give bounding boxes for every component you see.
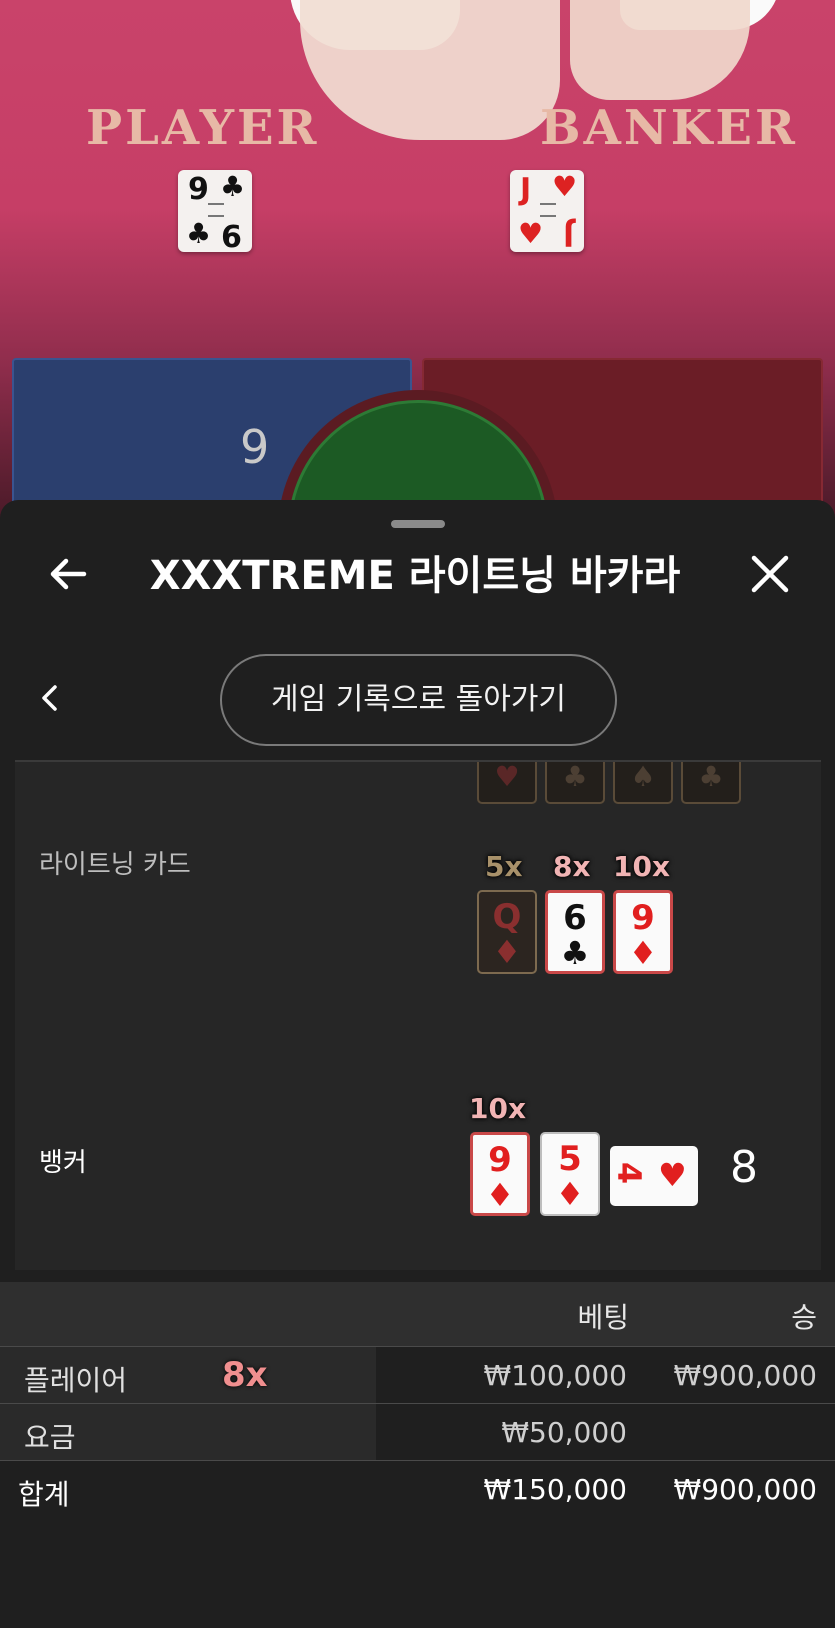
card-center-mark — [540, 203, 556, 217]
diamond-icon: ♦ — [492, 933, 522, 971]
club-icon: ♣ — [220, 170, 246, 203]
banker-card: 9 ♦ — [470, 1132, 530, 1216]
total-row: 합계 ₩150,000 ₩900,000 — [0, 1460, 835, 1517]
lightning-card: Q ♦ — [477, 890, 537, 974]
arrow-left-icon[interactable] — [44, 550, 92, 598]
table-player-label: PLAYER — [86, 100, 320, 156]
total-bet-amount: ₩150,000 — [483, 1473, 627, 1506]
club-icon: ♣ — [186, 217, 212, 250]
banker-card: 4 ♥ — [610, 1146, 698, 1206]
card-center-mark — [208, 203, 224, 217]
table-header: 베팅 승 — [0, 1282, 835, 1346]
club-icon: ♣ — [681, 762, 741, 804]
lightning-cards-label: 라이트닝 카드 — [39, 850, 191, 880]
card-rank: 5 — [558, 1139, 582, 1179]
total-win-amount: ₩900,000 — [673, 1473, 817, 1506]
page-title: XXXTREME 라이트닝 바카라 — [149, 553, 681, 599]
close-icon[interactable] — [748, 552, 792, 596]
card-multiplier: 10x — [613, 850, 671, 883]
lightning-card: 9 ♦ — [613, 890, 673, 974]
spade-icon: ♠ — [613, 762, 673, 804]
card-rank: 9 — [188, 172, 209, 207]
column-header-bet: 베팅 — [577, 1301, 629, 1334]
diamond-icon: ♦ — [628, 934, 658, 972]
card-rank: 4 — [610, 1161, 649, 1185]
card-rank: 9 — [631, 898, 655, 938]
banker-total: 8 — [730, 1142, 758, 1193]
table-row: 플레이어 8x ₩100,000 ₩900,000 — [0, 1346, 835, 1403]
heart-icon: ♥ — [477, 762, 537, 804]
card-rank: 9 — [221, 217, 242, 252]
club-icon: ♣ — [545, 762, 605, 804]
card-rank: 6 — [563, 898, 587, 938]
dealer-hand — [300, 0, 560, 140]
player-score: 9 — [240, 420, 270, 474]
card-rank: J — [562, 217, 574, 252]
diamond-icon: ♦ — [485, 1176, 515, 1214]
table-banker-card: J ♥ ♥ J — [510, 170, 584, 252]
heart-icon: ♥ — [658, 1156, 687, 1194]
game-history-sheet: XXXTREME 라이트닝 바카라 게임 기록으로 돌아가기 ♥ ♣ ♠ ♣ 라… — [0, 500, 835, 1628]
table-row: 요금 ₩50,000 — [0, 1403, 835, 1460]
round-result-panel: ♥ ♣ ♠ ♣ 라이트닝 카드 5x 8x 10x Q ♦ 6 ♣ 9 ♦ 뱅커… — [15, 760, 821, 1270]
club-icon: ♣ — [560, 934, 590, 972]
bet-amount: ₩100,000 — [483, 1359, 627, 1392]
lightning-card: 6 ♣ — [545, 890, 605, 974]
banker-row-label: 뱅커 — [39, 1148, 87, 1178]
row-multiplier: 8x — [222, 1355, 268, 1395]
live-video-feed: PLAYER BANKER 9 ♣ ♣ 9 J ♥ ♥ J 9 — [0, 0, 835, 520]
heart-icon: ♥ — [518, 217, 544, 250]
heart-icon: ♥ — [552, 170, 578, 203]
drag-handle[interactable] — [391, 520, 445, 528]
chevron-left-icon[interactable] — [38, 684, 62, 712]
card-multiplier: 5x — [485, 850, 523, 883]
table-banker-label: BANKER — [540, 100, 798, 156]
back-to-history-button[interactable]: 게임 기록으로 돌아가기 — [220, 654, 617, 746]
total-label: 합계 — [18, 1478, 70, 1511]
bet-summary-table: 베팅 승 플레이어 8x ₩100,000 ₩900,000 요금 ₩50,00… — [0, 1282, 835, 1517]
card-rank: J — [520, 172, 532, 207]
row-label: 플레이어 — [24, 1364, 128, 1397]
dealer-hand — [570, 0, 750, 100]
diamond-icon: ♦ — [555, 1175, 585, 1213]
bet-amount: ₩50,000 — [501, 1416, 627, 1449]
win-amount: ₩900,000 — [673, 1359, 817, 1392]
card-multiplier: 10x — [469, 1092, 527, 1125]
card-rank: Q — [492, 897, 522, 937]
card-rank: 9 — [488, 1140, 512, 1180]
card-multiplier: 8x — [553, 850, 591, 883]
row-label: 요금 — [24, 1421, 76, 1454]
table-player-card: 9 ♣ ♣ 9 — [178, 170, 252, 252]
column-header-win: 승 — [791, 1301, 817, 1334]
banker-card: 5 ♦ — [540, 1132, 600, 1216]
